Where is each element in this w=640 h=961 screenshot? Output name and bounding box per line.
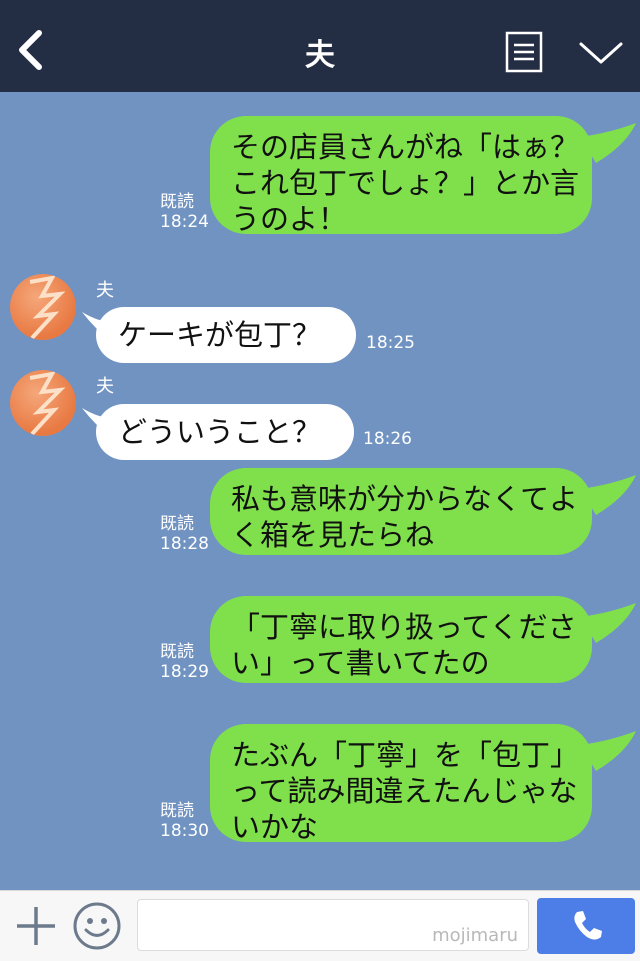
avatar[interactable] bbox=[10, 274, 76, 340]
message-meta: 既読 18:29 bbox=[160, 642, 209, 682]
read-receipt: 既読 bbox=[160, 514, 194, 534]
message-time: 18:28 bbox=[160, 534, 209, 554]
watermark-text: mojimaru bbox=[432, 925, 518, 946]
message-list[interactable]: その店員さんがね「はぁ？これ包丁でしょ？」とか言うのよ！ 既読 18:24 夫 … bbox=[0, 92, 640, 890]
message-time: 18:30 bbox=[160, 821, 209, 841]
my-message-bubble[interactable]: たぶん「丁寧」を「包丁」って読み間違えたんじゃないかな bbox=[210, 724, 592, 844]
avatar[interactable] bbox=[10, 370, 76, 436]
message-meta: 既読 18:28 bbox=[160, 514, 209, 554]
chat-header: 夫 bbox=[0, 0, 640, 92]
input-bar: mojimaru bbox=[0, 890, 640, 961]
their-message-bubble[interactable]: ケーキが包丁？ bbox=[96, 307, 356, 363]
sender-name: 夫 bbox=[96, 280, 114, 301]
message-input[interactable]: mojimaru bbox=[137, 899, 529, 951]
message-time: 18:26 bbox=[363, 429, 412, 449]
chevron-down-icon[interactable] bbox=[578, 38, 624, 68]
phone-icon bbox=[574, 911, 602, 940]
message-meta: 既読 18:30 bbox=[160, 801, 209, 841]
chat-title: 夫 bbox=[305, 38, 335, 73]
sender-name: 夫 bbox=[96, 376, 114, 397]
read-receipt: 既読 bbox=[160, 642, 194, 662]
my-message-bubble[interactable]: 私も意味が分からなくてよく箱を見たらね bbox=[210, 468, 592, 555]
message-time: 18:25 bbox=[366, 333, 415, 353]
back-arrow-icon[interactable] bbox=[14, 28, 48, 72]
message-time: 18:29 bbox=[160, 662, 209, 682]
my-message-bubble[interactable]: その店員さんがね「はぁ？これ包丁でしょ？」とか言うのよ！ bbox=[210, 116, 592, 236]
message-meta: 既読 18:24 bbox=[160, 192, 209, 232]
call-button[interactable] bbox=[537, 898, 635, 954]
avatar-image bbox=[29, 371, 66, 436]
plus-icon[interactable] bbox=[14, 904, 58, 948]
read-receipt: 既読 bbox=[160, 801, 194, 821]
their-message-bubble[interactable]: どういうこと？ bbox=[96, 404, 354, 460]
my-message-bubble[interactable]: 「丁寧に取り扱ってください」って書いてたの bbox=[210, 596, 592, 683]
avatar-image bbox=[29, 275, 66, 340]
smiley-icon[interactable] bbox=[72, 901, 122, 951]
menu-icon[interactable] bbox=[505, 31, 543, 73]
read-receipt: 既読 bbox=[160, 192, 194, 212]
message-time: 18:24 bbox=[160, 212, 209, 232]
